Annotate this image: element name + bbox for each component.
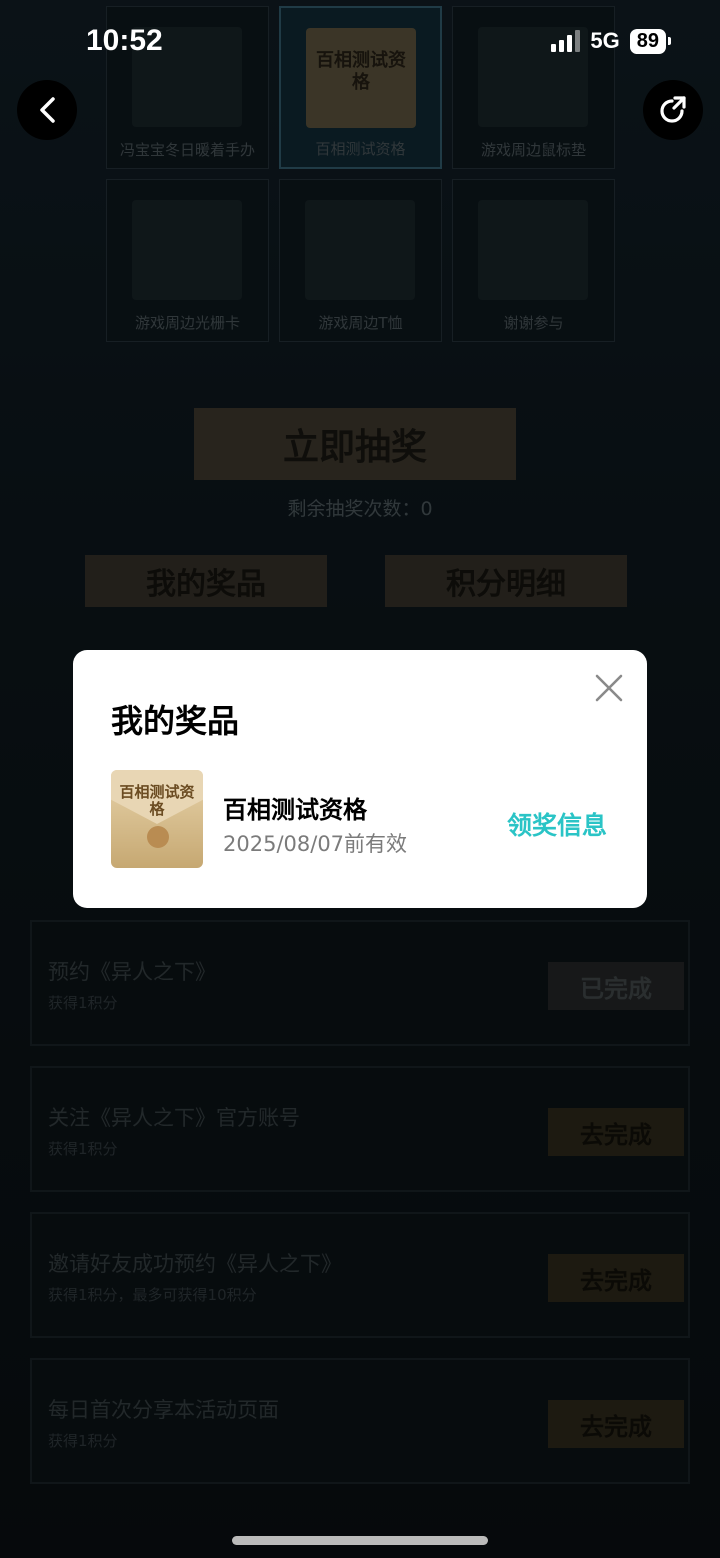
dialog-title: 我的奖品	[111, 702, 240, 740]
home-indicator[interactable]	[232, 1536, 488, 1545]
status-indicators: 5G 89	[551, 28, 672, 54]
prize-validity: 2025/08/07前有效	[223, 832, 408, 856]
prize-name: 百相测试资格	[223, 796, 367, 824]
status-time: 10:52	[86, 24, 163, 57]
share-button[interactable]	[643, 80, 703, 140]
signal-icon	[551, 30, 581, 52]
my-prizes-dialog: 我的奖品 百相测试资格 百相测试资格 2025/08/07前有效 领奖信息	[73, 650, 647, 908]
battery-icon: 89	[629, 28, 672, 54]
seal-icon	[147, 826, 169, 848]
prize-envelope-image: 百相测试资格	[111, 770, 203, 868]
back-button[interactable]	[17, 80, 77, 140]
share-icon	[660, 96, 686, 123]
chevron-left-icon	[40, 97, 55, 123]
network-label: 5G	[590, 28, 620, 53]
claim-info-link[interactable]: 领奖信息	[507, 806, 607, 842]
close-icon[interactable]	[593, 672, 625, 704]
